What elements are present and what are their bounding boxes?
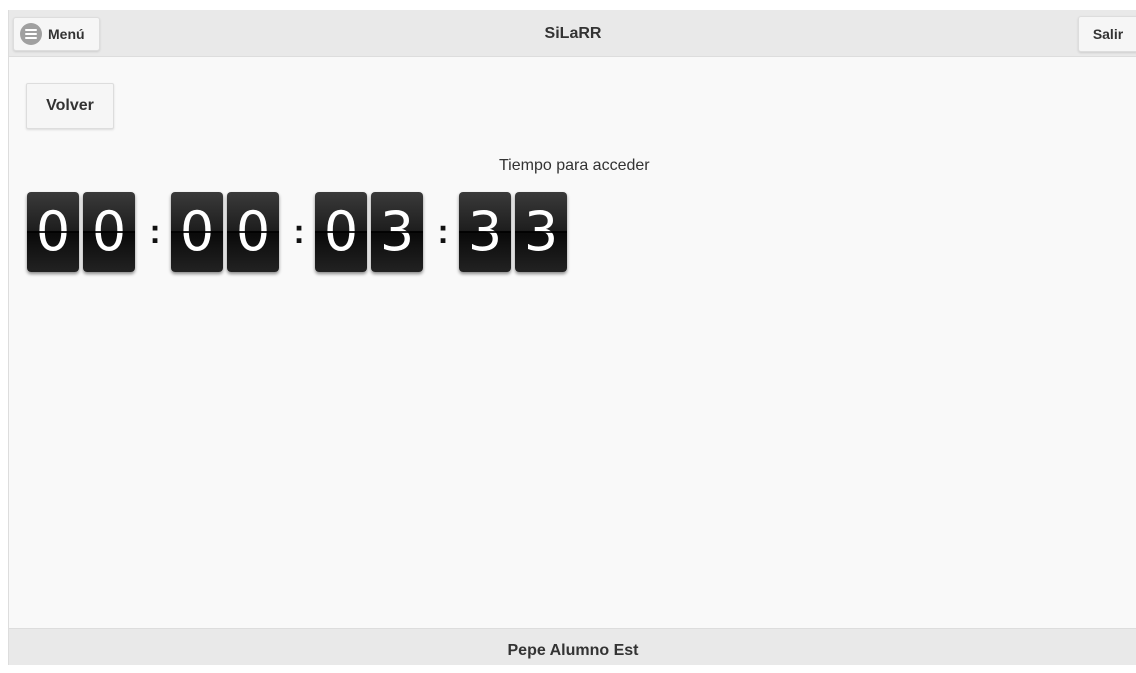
countdown-digit-days-1: 0 xyxy=(27,192,79,272)
countdown-timer: 0 0 : 0 0 : 0 3 : 3 3 xyxy=(27,192,571,272)
countdown-separator: : xyxy=(149,213,161,251)
countdown-digit-seconds-1: 3 xyxy=(459,192,511,272)
timer-label: Tiempo para acceder xyxy=(499,157,650,174)
countdown-digit-seconds-2: 3 xyxy=(515,192,567,272)
countdown-separator: : xyxy=(293,213,305,251)
countdown-digit-minutes-2: 3 xyxy=(371,192,423,272)
page-title: SiLaRR xyxy=(544,25,602,42)
bars-icon xyxy=(20,23,42,45)
countdown-digit-hours-1: 0 xyxy=(171,192,223,272)
countdown-digit-hours-2: 0 xyxy=(227,192,279,272)
logout-button[interactable]: Salir xyxy=(1078,16,1136,52)
countdown-separator: : xyxy=(437,213,449,251)
menu-button[interactable]: Menú xyxy=(13,17,100,51)
footer-user-name: Pepe Alumno Est xyxy=(9,628,1136,665)
countdown-digit-minutes-1: 0 xyxy=(315,192,367,272)
back-button[interactable]: Volver xyxy=(26,83,114,129)
countdown-digit-days-2: 0 xyxy=(83,192,135,272)
menu-button-label: Menú xyxy=(48,26,85,42)
header-bar: SiLaRR Menú Salir xyxy=(9,10,1136,57)
page: SiLaRR Menú Salir Volver Tiempo para acc… xyxy=(8,10,1136,665)
